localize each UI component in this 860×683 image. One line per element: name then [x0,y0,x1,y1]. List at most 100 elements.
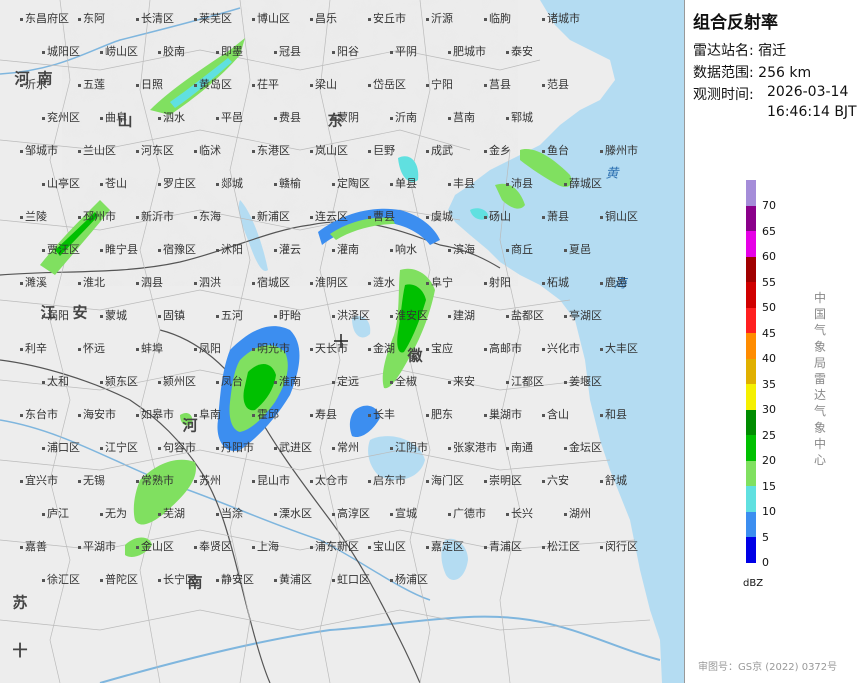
city-label: 沂源 [426,10,453,26]
legend-tick-5: 5 [762,530,769,544]
city-label: 沛县 [506,175,533,191]
city-label: 蒙阴 [332,109,359,125]
legend-tick-40: 40 [762,352,776,365]
city-label: 黄岛区 [194,76,232,92]
city-label: 含山 [542,406,569,422]
legend-swatch-70 [746,180,756,206]
range-row: 数据范围: 256 km [693,62,811,82]
city-label: 商丘 [506,241,533,257]
city-label: 海门区 [426,472,464,488]
city-label: 城阳区 [42,43,80,59]
city-label: 砀山 [484,208,511,224]
info-panel: 组合反射率 雷达站名: 宿迁 数据范围: 256 km 观测时间: 2026-0… [685,0,860,683]
city-label: 张家港市 [448,439,497,455]
city-label: 凤台 [216,373,243,389]
city-label: 涟水 [368,274,395,290]
city-label: 肥城市 [448,43,486,59]
city-label: 溧水区 [274,505,312,521]
city-label: 沭阳 [216,241,243,257]
legend-swatch-10 [746,486,756,512]
radar-map[interactable]: 河南山东江安徽河南苏十黄海东昌府区 东阿 长清区 莱芜区 博山区 昌乐 安丘市 沂源 临朐 诸城市… [0,0,685,683]
legend-tick-0: 0 [762,556,769,569]
city-label: 宿豫区 [158,241,196,257]
city-label: 芜湖 [158,505,185,521]
legend-swatch-35 [746,358,756,384]
city-label: 海安市 [78,406,116,422]
city-label: 泗洪 [194,274,221,290]
city-label: 金山区 [136,538,174,554]
city-label: 郓城 [506,109,533,125]
city-label: 灌云 [274,241,301,257]
city-label: 阳谷 [332,43,359,59]
city-label: 广德市 [448,505,486,521]
city-label: 泗水 [158,109,185,125]
city-label: 响水 [390,241,417,257]
legend-tick-20: 20 [762,454,776,467]
province-label: 苏 [12,593,28,612]
city-label: 蒙城 [100,307,127,323]
city-label: 寿县 [310,406,337,422]
city-label: 金乡 [484,142,511,158]
legend-tick-25: 25 [762,428,776,442]
city-label: 岱岳区 [368,76,406,92]
city-label: 江阴市 [390,439,428,455]
city-label: 松江区 [542,538,580,554]
city-label: 平阴 [390,43,417,59]
station-row: 雷达站名: 宿迁 [693,40,786,60]
city-label: 安丘市 [368,10,406,26]
city-label: 杨浦区 [390,571,428,587]
city-label: 赣榆 [274,175,301,191]
city-label: 庐江 [42,505,69,521]
city-label: 博山区 [252,10,290,26]
city-label: 淮阴区 [310,274,348,290]
city-label: 来安 [448,373,475,389]
legend-swatch-65 [746,205,756,231]
legend-swatch-0 [746,537,756,563]
city-label: 茌平 [252,76,279,92]
city-label: 莒南 [448,109,475,125]
legend-swatch-5 [746,511,756,537]
map-approval-number: 审图号：GS京 (2022) 0372号 [698,662,838,673]
city-label: 邹城市 [20,142,58,158]
agency-watermark: 中国气象局雷达气象中心 [813,291,826,468]
city-label: 大丰区 [600,340,638,356]
city-label: 平湖市 [78,538,116,554]
city-label: 成武 [426,142,453,158]
city-label: 淮南 [274,373,301,389]
city-label: 滨海 [448,241,475,257]
city-label: 东昌府区 [20,10,69,26]
city-label: 苏州 [194,472,221,488]
city-label: 五莲 [78,76,105,92]
legend-tick-10: 10 [762,505,776,518]
city-label: 江宁区 [100,439,138,455]
legend-swatch-45 [746,307,756,333]
city-label: 山亭区 [42,175,80,191]
city-label: 莒县 [484,76,511,92]
city-label: 单县 [390,175,417,191]
city-label: 嘉善 [20,538,47,554]
legend-tick-35: 35 [762,377,776,391]
city-label: 临朐 [484,10,511,26]
city-label: 淮北 [78,274,105,290]
city-label: 静安区 [216,571,254,587]
city-label: 天长市 [310,340,348,356]
city-label: 莱芜区 [194,10,232,26]
city-label: 闵行区 [600,538,638,554]
city-label: 日照 [136,76,163,92]
legend-tick-50: 50 [762,301,776,314]
city-label: 平邑 [216,109,243,125]
city-label: 全椒 [390,373,417,389]
city-label: 宜兴市 [20,472,58,488]
city-label: 涡阳 [42,307,69,323]
city-label: 颍州区 [158,373,196,389]
city-label: 睢宁县 [100,241,138,257]
legend-swatch-55 [746,256,756,282]
city-label: 舒城 [600,472,627,488]
city-label: 临沭 [194,142,221,158]
city-label: 苍山 [100,175,127,191]
legend-swatch-15 [746,460,756,486]
city-label: 浦东新区 [310,538,359,554]
city-label: 巢湖市 [484,406,522,422]
city-label: 射阳 [484,274,511,290]
city-label: 明光市 [252,340,290,356]
